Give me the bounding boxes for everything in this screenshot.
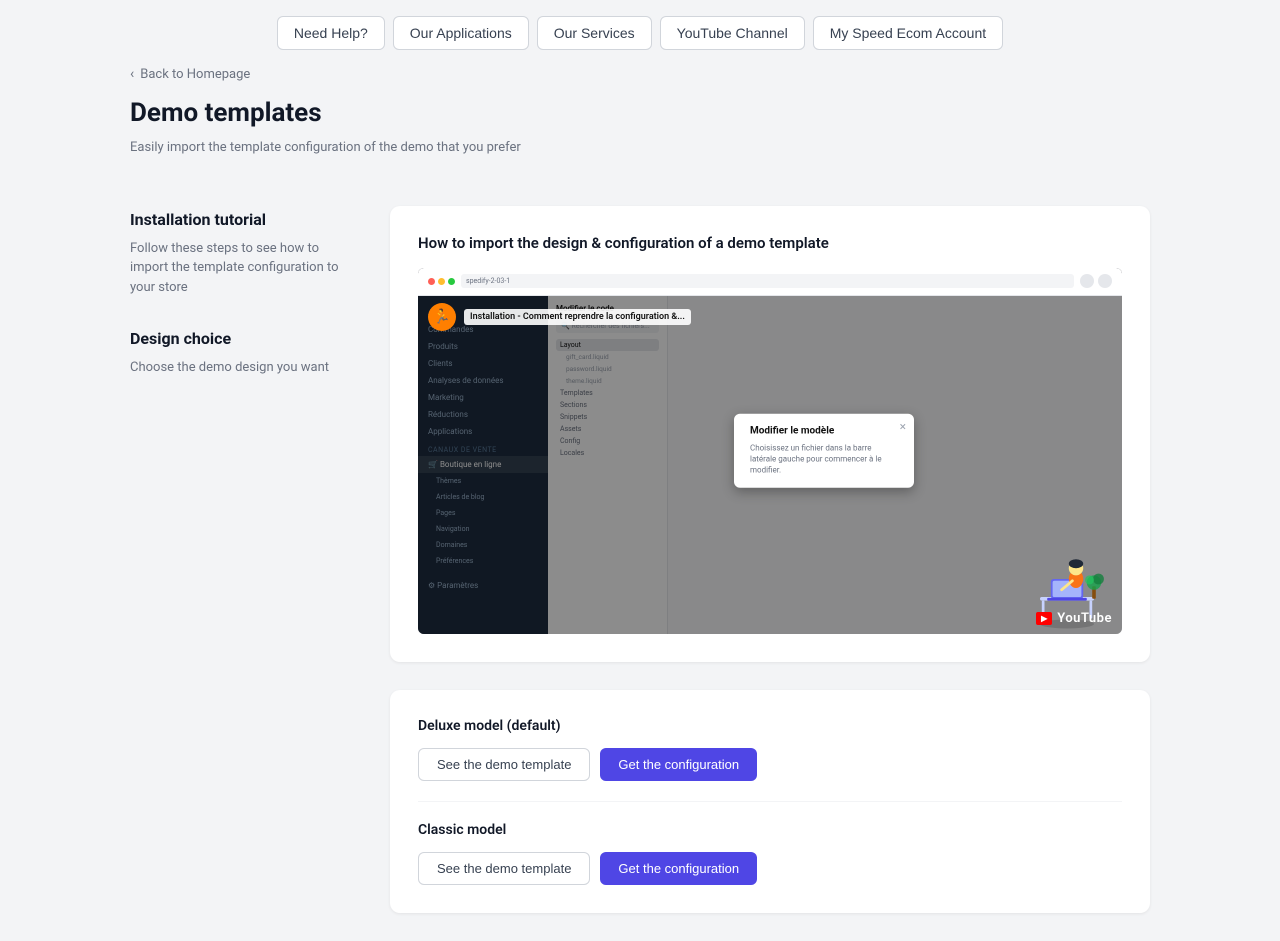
top-nav: Need Help?Our ApplicationsOur ServicesYo… bbox=[0, 0, 1280, 66]
design-section-title: Design choice bbox=[130, 329, 350, 348]
page-subtitle: Easily import the template configuration… bbox=[130, 138, 1150, 158]
back-link[interactable]: ‹ Back to Homepage bbox=[130, 66, 1150, 82]
youtube-text: YouTube bbox=[1057, 611, 1112, 626]
modal-close[interactable]: × bbox=[900, 419, 906, 433]
modifier-modal-text: Choisissez un fichier dans la barre laté… bbox=[750, 442, 898, 476]
design-section-sidebar: Design choice Choose the demo design you … bbox=[130, 329, 350, 378]
browser-icon-1 bbox=[1080, 274, 1094, 288]
model-label-classic: Classic model bbox=[418, 822, 1122, 838]
see-demo-btn-classic[interactable]: See the demo template bbox=[418, 852, 590, 885]
installation-title: Installation tutorial bbox=[130, 210, 350, 229]
modifier-modal-title: Modifier le modèle bbox=[750, 425, 898, 436]
title-row: Demo templates Easily import the template… bbox=[90, 98, 1190, 158]
illustration bbox=[1022, 524, 1112, 614]
design-section-description: Choose the demo design you want bbox=[130, 358, 350, 378]
installation-section: Installation tutorial Follow these steps … bbox=[130, 210, 350, 298]
page-title: Demo templates bbox=[130, 98, 1150, 128]
youtube-icon: ▶ bbox=[1036, 612, 1052, 625]
dot-green bbox=[448, 278, 455, 285]
dot-yellow bbox=[438, 278, 445, 285]
dot-red bbox=[428, 278, 435, 285]
get-config-btn-classic[interactable]: Get the configuration bbox=[600, 852, 757, 885]
nav-btn-youtube-channel[interactable]: YouTube Channel bbox=[660, 16, 805, 50]
browser-header-bar: spedify-2-03-1 bbox=[418, 268, 1122, 296]
youtube-branding: ▶ YouTube bbox=[1036, 611, 1112, 626]
page-header: ‹ Back to Homepage bbox=[90, 66, 1190, 82]
see-demo-btn-deluxe[interactable]: See the demo template bbox=[418, 748, 590, 781]
main-layout: Installation tutorial Follow these steps … bbox=[90, 206, 1190, 941]
video-container[interactable]: spedify-2-03-1 Accueil Commandes Produit… bbox=[418, 268, 1122, 634]
browser-icon-2 bbox=[1098, 274, 1112, 288]
model-block-classic: Classic model See the demo template Get th… bbox=[418, 801, 1122, 885]
design-card: Deluxe model (default)See the demo templ… bbox=[390, 690, 1150, 913]
back-link-label: Back to Homepage bbox=[140, 67, 250, 82]
model-block-deluxe: Deluxe model (default)See the demo templ… bbox=[418, 718, 1122, 781]
video-card-title: How to import the design & configuration… bbox=[418, 234, 1122, 252]
video-card: How to import the design & configuration… bbox=[390, 206, 1150, 662]
installation-description: Follow these steps to see how to import … bbox=[130, 239, 350, 298]
model-actions-classic: See the demo template Get the configurati… bbox=[418, 852, 1122, 885]
chevron-left-icon: ‹ bbox=[130, 66, 134, 82]
modifier-modal: × Modifier le modèle Choisissez un fichi… bbox=[734, 413, 914, 488]
model-divider-classic bbox=[418, 801, 1122, 802]
left-sidebar: Installation tutorial Follow these steps … bbox=[130, 206, 390, 941]
nav-btn-my-speed-ecom[interactable]: My Speed Ecom Account bbox=[813, 16, 1003, 50]
channel-avatar-icon: 🏃 bbox=[433, 309, 450, 325]
get-config-btn-deluxe[interactable]: Get the configuration bbox=[600, 748, 757, 781]
browser-dots bbox=[428, 278, 455, 285]
video-title-text: Installation - Comment reprendre la conf… bbox=[464, 309, 691, 325]
video-title-overlay: 🏃 Installation - Comment reprendre la co… bbox=[428, 303, 1112, 331]
nav-btn-need-help[interactable]: Need Help? bbox=[277, 16, 385, 50]
url-bar: spedify-2-03-1 bbox=[461, 274, 1074, 288]
model-actions-deluxe: See the demo template Get the configurati… bbox=[418, 748, 1122, 781]
right-content: How to import the design & configuration… bbox=[390, 206, 1150, 941]
channel-avatar: 🏃 bbox=[428, 303, 456, 331]
nav-btn-our-services[interactable]: Our Services bbox=[537, 16, 652, 50]
nav-btn-our-applications[interactable]: Our Applications bbox=[393, 16, 529, 50]
